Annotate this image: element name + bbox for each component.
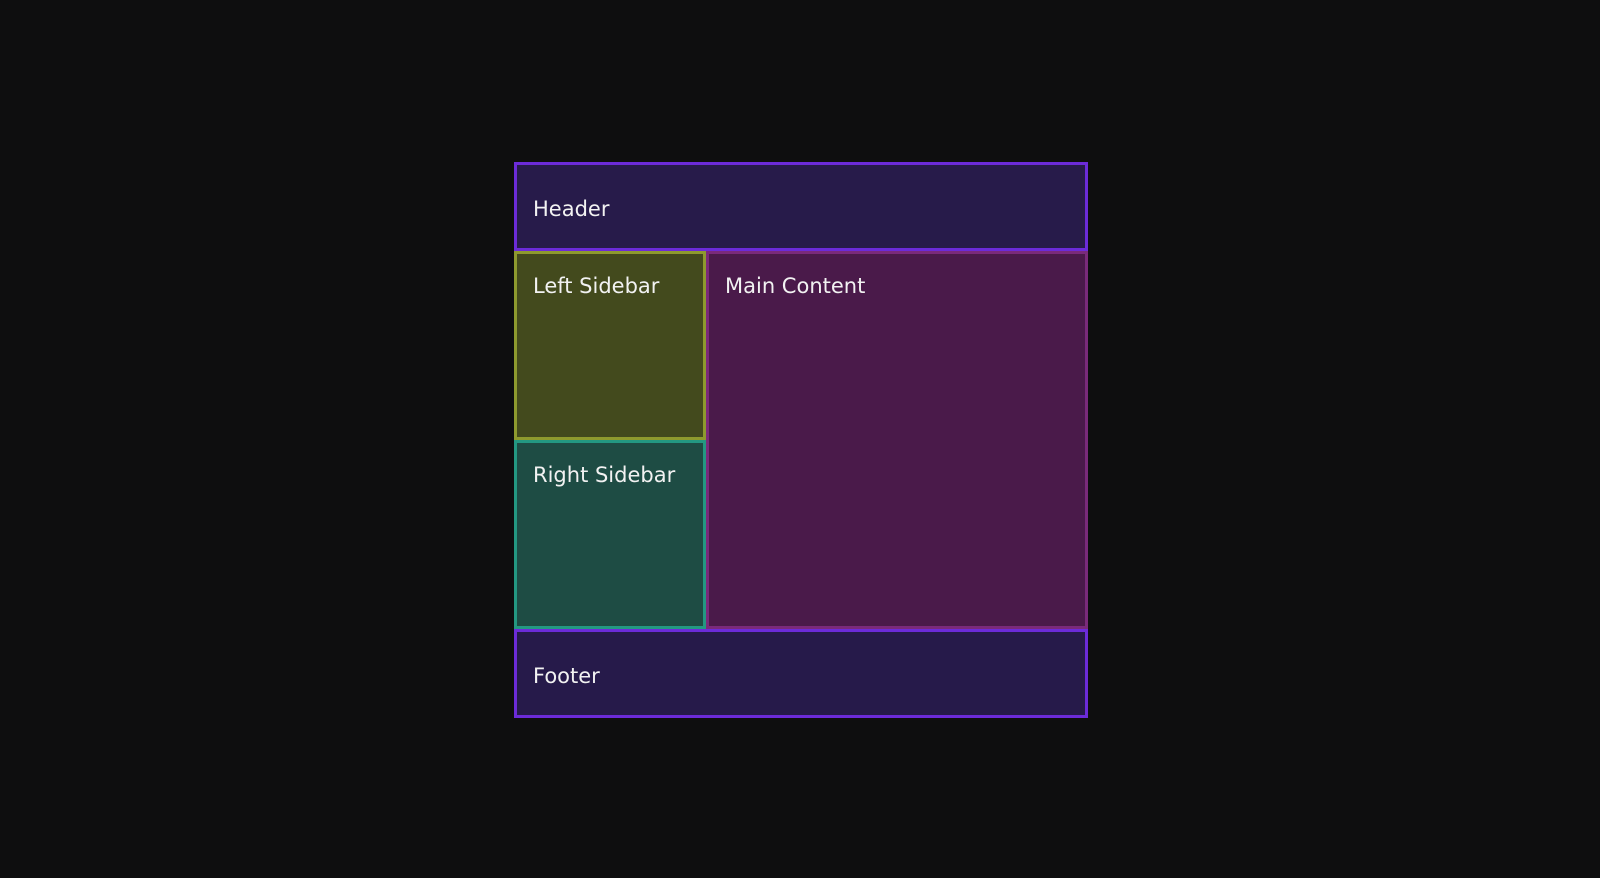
- left-sidebar-label: Left Sidebar: [533, 274, 660, 298]
- header-region: Header: [514, 162, 1088, 251]
- main-content-label: Main Content: [725, 274, 866, 298]
- left-sidebar-region: Left Sidebar: [514, 251, 706, 440]
- right-sidebar-label: Right Sidebar: [533, 463, 676, 487]
- layout-diagram: Header Left Sidebar Right Sidebar Main C…: [514, 162, 1088, 718]
- footer-region: Footer: [514, 629, 1088, 718]
- footer-label: Footer: [533, 664, 600, 688]
- right-sidebar-region: Right Sidebar: [514, 440, 706, 629]
- main-content-region: Main Content: [706, 251, 1088, 629]
- header-label: Header: [533, 197, 610, 221]
